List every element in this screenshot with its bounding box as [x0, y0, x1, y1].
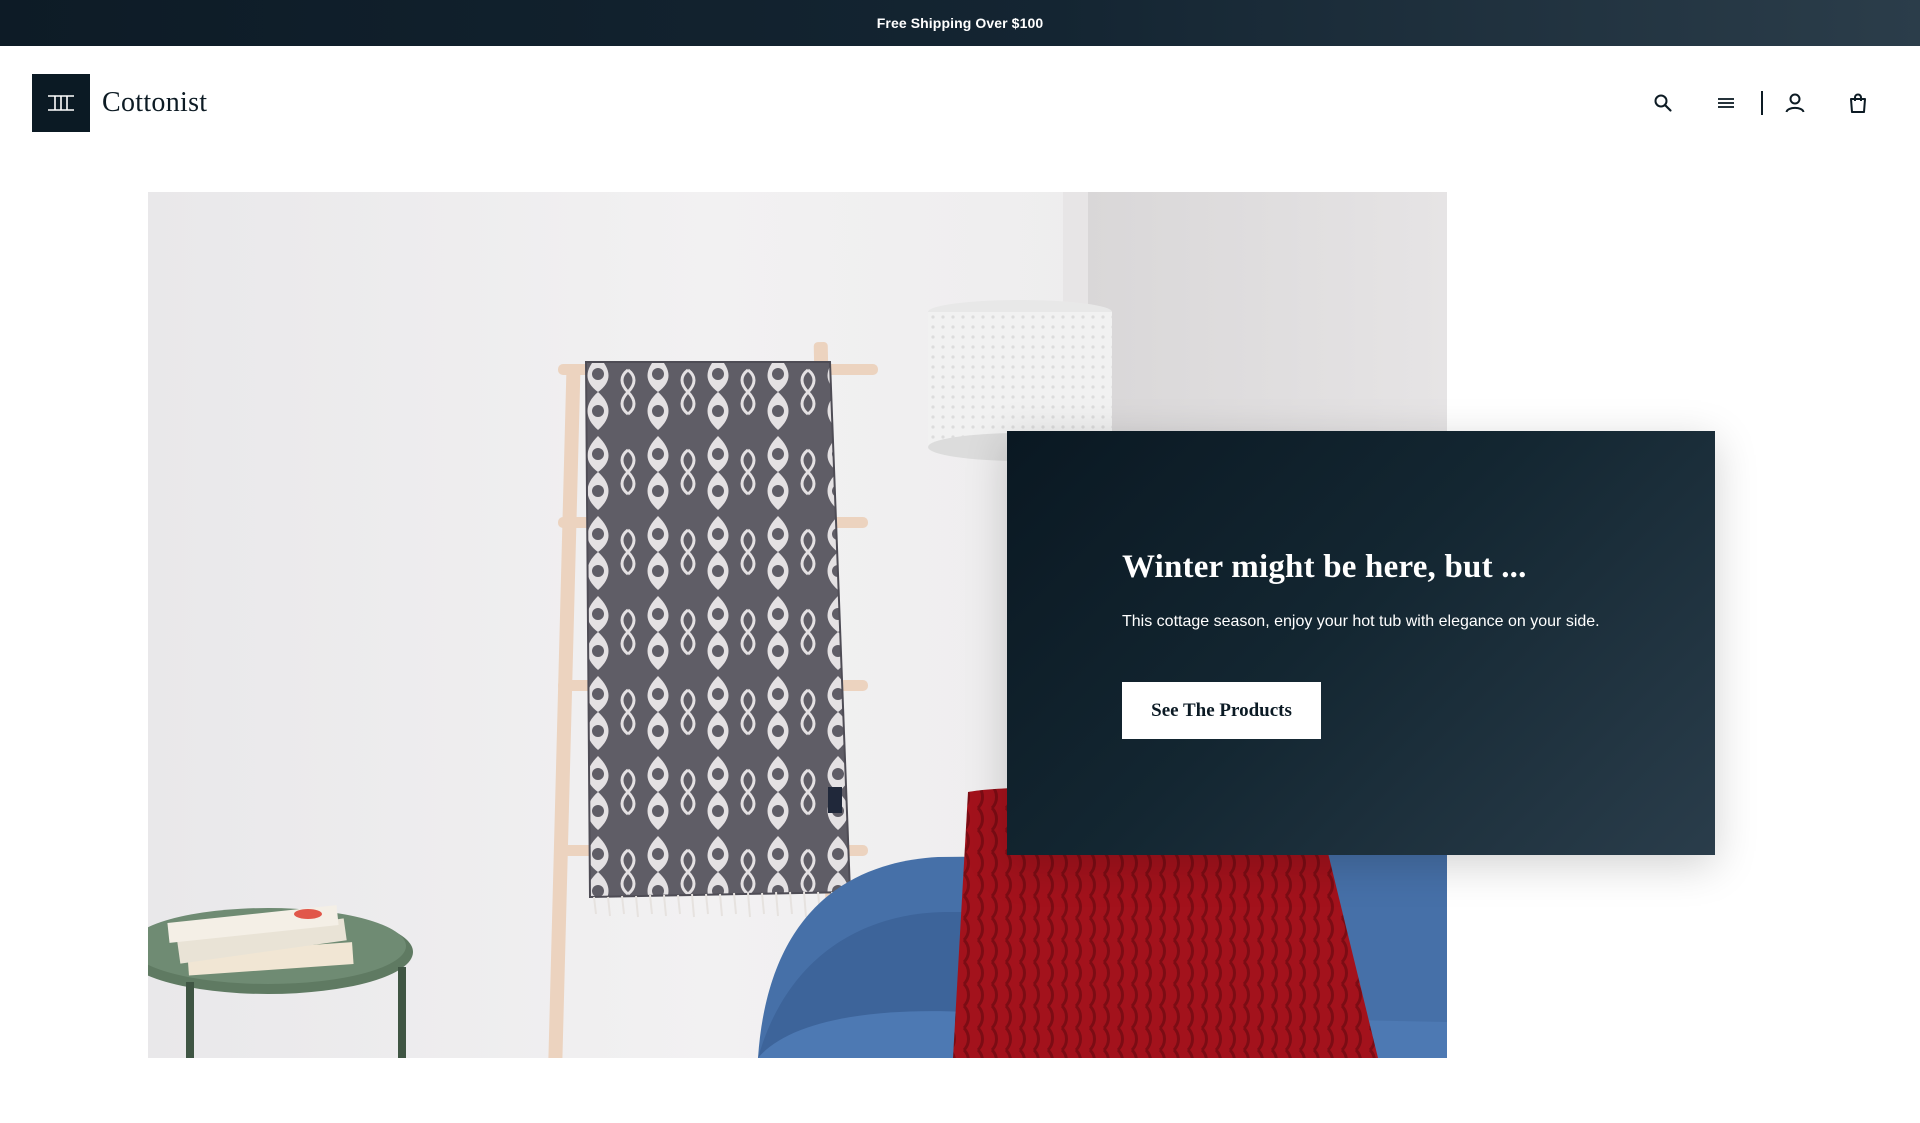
promo-card: Winter might be here, but ... This cotta… — [1007, 431, 1715, 855]
header-divider — [1761, 91, 1763, 115]
announcement-text: Free Shipping Over $100 — [876, 15, 1044, 31]
account-icon[interactable] — [1780, 88, 1810, 118]
site-header: Cottonist — [0, 46, 1920, 160]
header-actions — [0, 88, 1920, 118]
search-icon[interactable] — [1648, 88, 1678, 118]
promo-title: Winter might be here, but ... — [1122, 549, 1527, 585]
promo-text: This cottage season, enjoy your hot tub … — [1122, 613, 1600, 630]
see-products-button[interactable]: See The Products — [1122, 682, 1321, 739]
cart-bag-icon[interactable] — [1843, 88, 1873, 118]
menu-icon[interactable] — [1711, 88, 1741, 118]
announcement-bar: Free Shipping Over $100 — [0, 0, 1920, 46]
